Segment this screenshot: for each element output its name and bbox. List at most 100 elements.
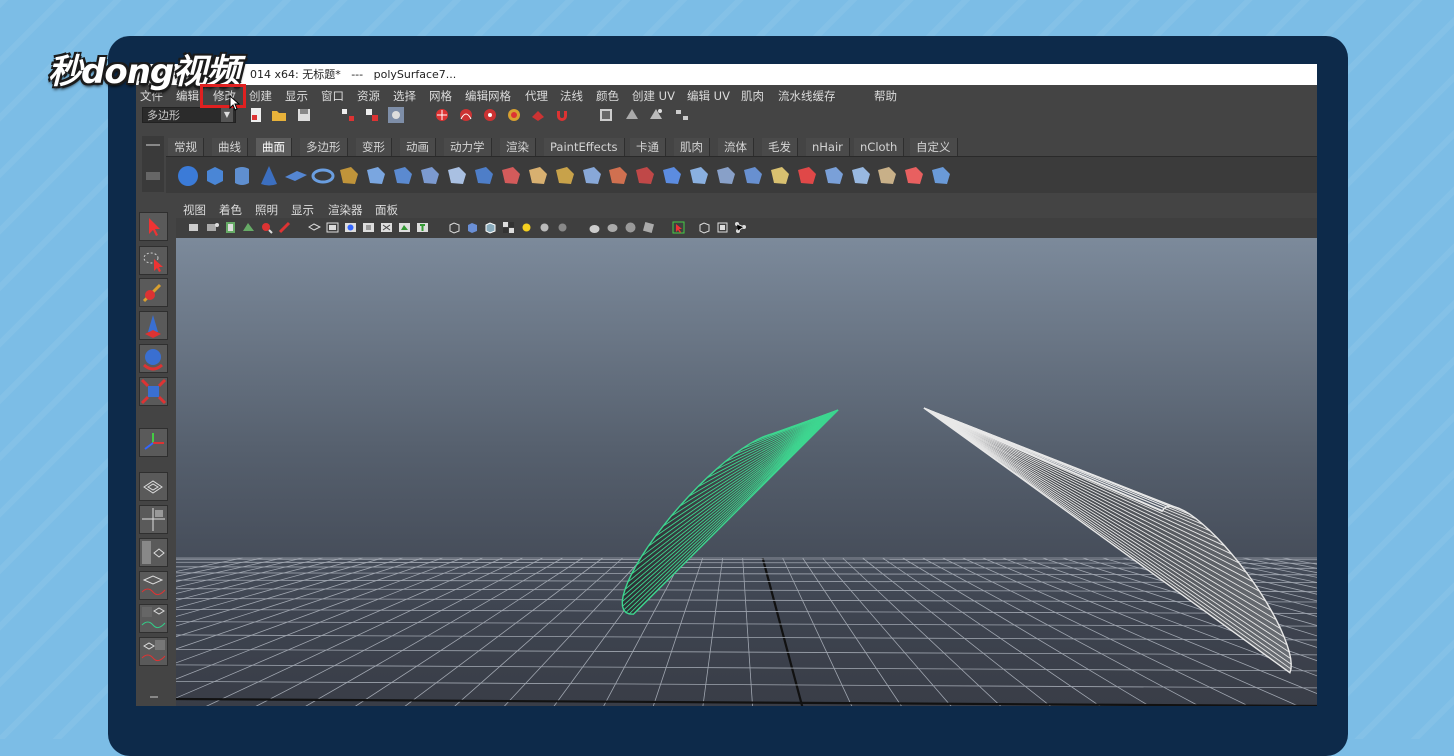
safe-action-icon[interactable]: [398, 221, 411, 234]
tab-fluids[interactable]: 流体: [718, 138, 754, 156]
tab-deformation[interactable]: 变形: [356, 138, 392, 156]
toolbox-more-icon[interactable]: [150, 696, 158, 698]
render-current-icon[interactable]: [624, 107, 640, 123]
trim-icon[interactable]: [633, 164, 657, 188]
attach-icon[interactable]: [687, 164, 711, 188]
snap-curve-icon[interactable]: [458, 107, 474, 123]
layout-persp-outliner-icon[interactable]: [139, 637, 168, 666]
menu-assets[interactable]: 资源: [357, 88, 380, 104]
cylinder-icon[interactable]: [230, 164, 254, 188]
perspective-viewport[interactable]: [176, 238, 1317, 706]
camera-attributes-icon[interactable]: [206, 221, 219, 234]
camera-select-icon[interactable]: [188, 221, 201, 234]
layout-hypershade-icon[interactable]: [139, 604, 168, 633]
panel-menu-renderer[interactable]: 渲染器: [328, 202, 363, 218]
ambient-occlusion-icon[interactable]: [642, 221, 655, 234]
panel-menu-shading[interactable]: 着色: [219, 202, 242, 218]
menu-color[interactable]: 颜色: [596, 88, 619, 104]
layout-persp-graph-icon[interactable]: [139, 571, 168, 600]
ipr-render-icon[interactable]: [648, 107, 664, 123]
untrim-icon[interactable]: [660, 164, 684, 188]
menu-normals[interactable]: 法线: [560, 88, 583, 104]
lasso-tool-icon[interactable]: [139, 246, 168, 275]
menu-muscle[interactable]: 肌肉: [741, 88, 764, 104]
detach-icon[interactable]: [714, 164, 738, 188]
revolve-icon[interactable]: [337, 164, 361, 188]
paint-icon[interactable]: [929, 164, 953, 188]
panel-menu-lighting[interactable]: 照明: [255, 202, 278, 218]
plane-icon[interactable]: [284, 164, 308, 188]
grease-pencil-icon[interactable]: [278, 221, 291, 234]
menu-select[interactable]: 选择: [393, 88, 416, 104]
tab-surfaces[interactable]: 曲面: [256, 138, 292, 156]
loft-icon[interactable]: [364, 164, 388, 188]
intersect-icon[interactable]: [606, 164, 630, 188]
menu-proxy[interactable]: 代理: [525, 88, 548, 104]
image-plane-icon[interactable]: [242, 221, 255, 234]
wireframe-on-shaded-icon[interactable]: [484, 221, 497, 234]
wireframe-icon[interactable]: [448, 221, 461, 234]
open-folder-icon[interactable]: [271, 107, 287, 123]
menu-mesh[interactable]: 网格: [429, 88, 452, 104]
align-icon[interactable]: [741, 164, 765, 188]
menu-set-dropdown[interactable]: 多边形 ▼: [142, 107, 236, 123]
tab-polygons[interactable]: 多边形: [300, 138, 348, 156]
tab-toon[interactable]: 卡通: [630, 138, 666, 156]
bevel-plus-icon[interactable]: [553, 164, 577, 188]
backface-culling-icon[interactable]: [698, 221, 711, 234]
menu-create[interactable]: 创建: [249, 88, 272, 104]
select-object-icon[interactable]: [364, 107, 380, 123]
smooth-shade-icon[interactable]: [466, 221, 479, 234]
default-light-icon[interactable]: [520, 221, 533, 234]
cone-icon[interactable]: [257, 164, 281, 188]
tab-custom[interactable]: 自定义: [910, 138, 958, 156]
extrude-icon[interactable]: [418, 164, 442, 188]
textured-icon[interactable]: [502, 221, 515, 234]
sphere-icon[interactable]: [176, 164, 200, 188]
shelf-options[interactable]: [142, 136, 164, 192]
boundary-icon[interactable]: [472, 164, 496, 188]
snap-surface-icon[interactable]: [530, 107, 546, 123]
safe-title-icon[interactable]: [416, 221, 429, 234]
birail-icon[interactable]: [445, 164, 469, 188]
planar-icon[interactable]: [391, 164, 415, 188]
panel-menu-view[interactable]: 视图: [183, 202, 206, 218]
bevel-icon[interactable]: [526, 164, 550, 188]
square-icon[interactable]: [499, 164, 523, 188]
bookmarks-icon[interactable]: [224, 221, 237, 234]
tab-fur[interactable]: 毛发: [762, 138, 798, 156]
isolate-select-icon[interactable]: [624, 221, 637, 234]
rotate-tool-icon[interactable]: [139, 344, 168, 373]
selected-cone[interactable]: [621, 409, 839, 615]
save-icon[interactable]: [296, 107, 312, 123]
tab-ncloth[interactable]: nCloth: [854, 138, 905, 156]
menu-window[interactable]: 窗口: [321, 88, 344, 104]
menu-create-uv[interactable]: 创建 UV: [632, 88, 675, 104]
tab-curves[interactable]: 曲线: [212, 138, 248, 156]
menu-help[interactable]: 帮助: [874, 88, 897, 104]
select-component-icon[interactable]: [388, 107, 404, 123]
manipulator-tool-icon[interactable]: [139, 428, 168, 457]
film-gate-icon[interactable]: [326, 221, 339, 234]
torus-icon[interactable]: [311, 164, 335, 188]
tab-painteffects[interactable]: PaintEffects: [544, 138, 625, 156]
snap-grid-icon[interactable]: [434, 107, 450, 123]
magnet-icon[interactable]: [554, 107, 570, 123]
symmetry-icon[interactable]: [734, 221, 747, 234]
rebuild-icon[interactable]: [875, 164, 899, 188]
cube-icon[interactable]: [203, 164, 227, 188]
resolution-gate-icon[interactable]: [344, 221, 357, 234]
unselected-cone[interactable]: [923, 407, 1292, 674]
open-close-icon[interactable]: [768, 164, 792, 188]
render-settings-icon[interactable]: [674, 107, 690, 123]
menu-edit-mesh[interactable]: 编辑网格: [465, 88, 511, 104]
extend-icon[interactable]: [822, 164, 846, 188]
render-view-icon[interactable]: [598, 107, 614, 123]
menu-display[interactable]: 显示: [285, 88, 308, 104]
new-scene-icon[interactable]: [248, 107, 264, 123]
xray-icon[interactable]: [588, 221, 601, 234]
xray-joints-icon[interactable]: [606, 221, 619, 234]
project-curve-icon[interactable]: [580, 164, 604, 188]
two-d-pan-zoom-icon[interactable]: [260, 221, 273, 234]
insert-isoparm-icon[interactable]: [795, 164, 819, 188]
